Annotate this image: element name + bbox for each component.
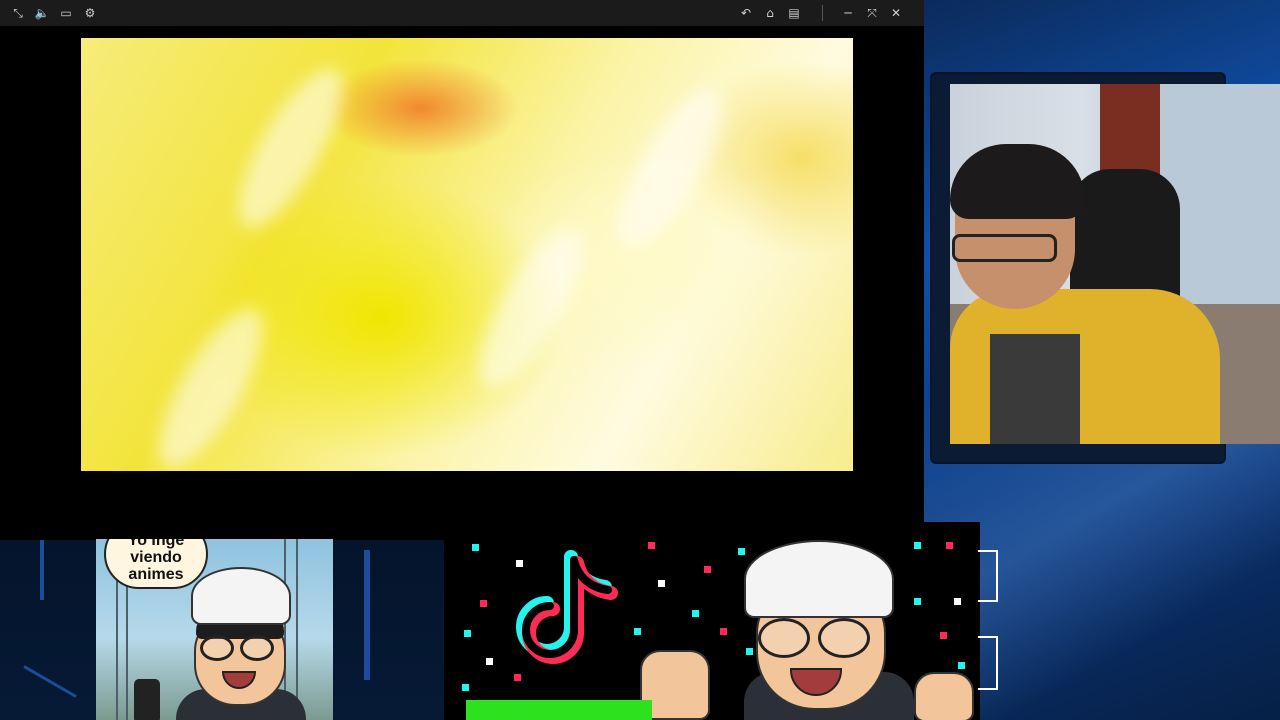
layout-icon[interactable]: ▤	[785, 4, 803, 22]
subtitles-icon[interactable]: ▭	[57, 4, 75, 22]
video-glare	[460, 215, 602, 401]
player-titlebar: ⤡ 🔈 ▭ ⚙ ↶ ⌂ ▤ ─ ⤧ ✕	[0, 0, 924, 26]
restore-icon[interactable]: ⤧	[863, 4, 881, 22]
confetti-pixel	[914, 598, 921, 605]
confetti-pixel	[946, 542, 953, 549]
glasses-icon	[758, 618, 810, 658]
video-glare	[140, 295, 282, 471]
green-follow-bar	[466, 700, 652, 720]
outline-frame	[978, 636, 998, 690]
video-frame[interactable]	[81, 38, 853, 471]
confetti-pixel	[738, 548, 745, 555]
confetti-pixel	[692, 610, 699, 617]
volume-icon[interactable]: 🔈	[33, 4, 51, 22]
bubble-line: viendo	[130, 549, 182, 566]
confetti-pixel	[720, 628, 727, 635]
decor-line	[364, 550, 370, 680]
speech-bubble: Yo Inge viendo animes	[104, 539, 208, 589]
webcam-person-glasses	[952, 234, 1057, 262]
transmission-tower	[296, 539, 298, 720]
glasses-icon	[818, 618, 870, 658]
comic-engineer-card: Yo Inge viendo animes	[96, 539, 333, 720]
glasses-icon	[200, 635, 234, 661]
confetti-pixel	[746, 648, 753, 655]
undo-icon[interactable]: ↶	[737, 4, 755, 22]
confetti-pixel	[658, 580, 665, 587]
webcam-person-shirt	[990, 334, 1080, 444]
video-glare	[600, 75, 742, 261]
fullscreen-off-icon[interactable]: ⤡	[9, 4, 27, 22]
confetti-pixel	[472, 544, 479, 551]
webcam-feed	[950, 84, 1280, 444]
waving-hand-icon	[914, 672, 974, 720]
confetti-pixel	[634, 628, 641, 635]
tiktok-logo-icon	[516, 550, 618, 664]
video-glare	[220, 55, 362, 241]
bubble-line: Yo Inge	[127, 539, 185, 549]
confetti-pixel	[704, 566, 711, 573]
decor-line	[23, 665, 77, 698]
hard-hat-icon	[744, 540, 894, 618]
glasses-icon	[240, 635, 274, 661]
confetti-pixel	[914, 542, 921, 549]
confetti-pixel	[464, 630, 471, 637]
confetti-pixel	[480, 600, 487, 607]
minimize-icon[interactable]: ─	[839, 4, 857, 22]
bubble-line: animes	[128, 566, 184, 583]
confetti-pixel	[648, 542, 655, 549]
confetti-pixel	[940, 632, 947, 639]
decor-line	[40, 540, 44, 600]
home-icon[interactable]: ⌂	[761, 4, 779, 22]
confetti-pixel	[486, 658, 493, 665]
toolbar-divider	[822, 5, 823, 21]
webcam-person-hair	[950, 144, 1085, 219]
phone-icon	[134, 679, 160, 720]
confetti-pixel	[958, 662, 965, 669]
confetti-pixel	[954, 598, 961, 605]
tiktok-overlay-panel	[444, 522, 980, 720]
hard-hat-icon	[191, 567, 291, 625]
confetti-pixel	[462, 684, 469, 691]
video-player-window: ⤡ 🔈 ▭ ⚙ ↶ ⌂ ▤ ─ ⤧ ✕	[0, 0, 924, 540]
close-icon[interactable]: ✕	[887, 4, 905, 22]
outline-frame	[978, 550, 998, 602]
settings-gear-icon[interactable]: ⚙	[81, 4, 99, 22]
